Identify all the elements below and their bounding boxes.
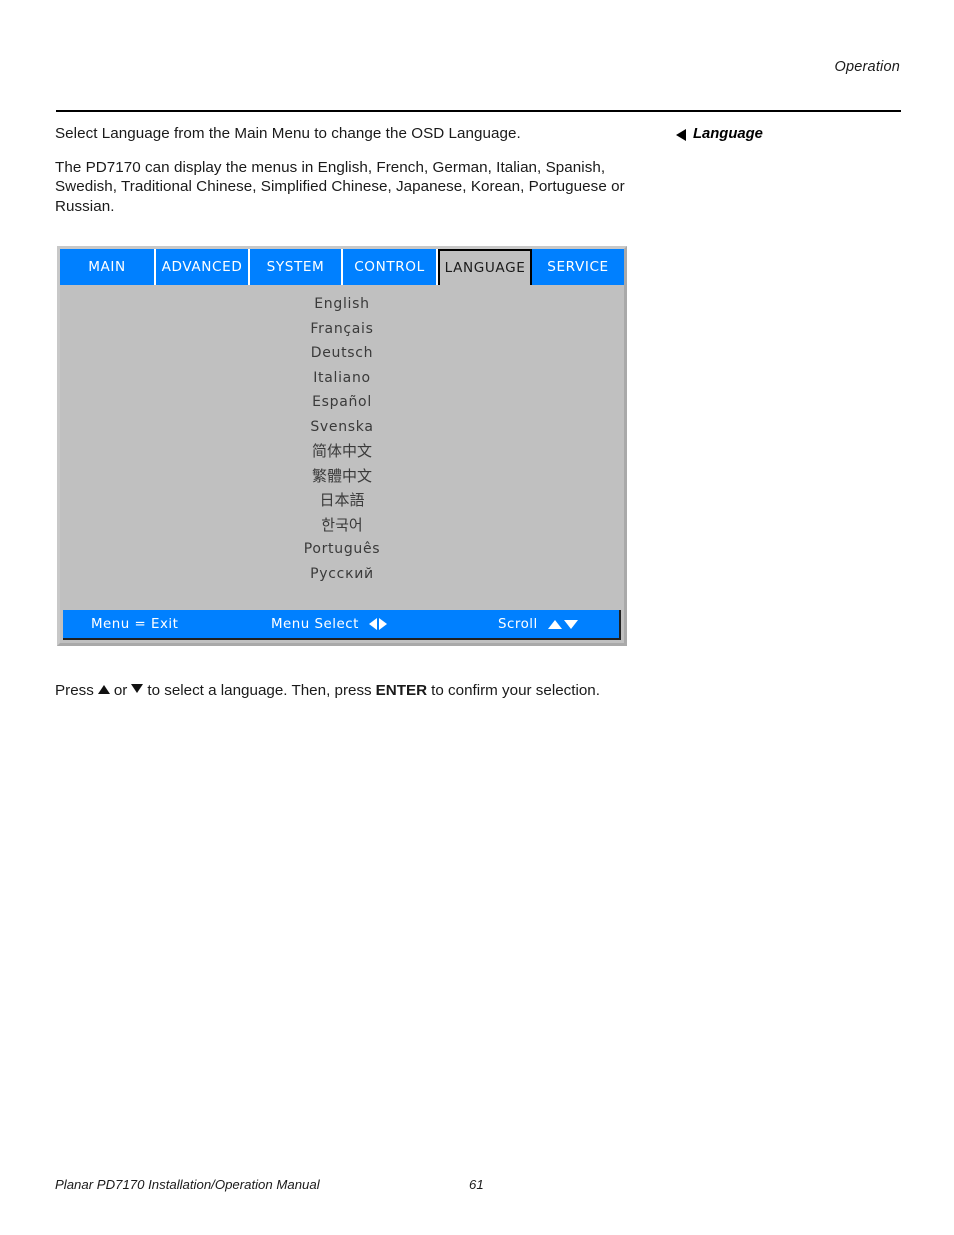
instruction-line: Press or to select a language. Then, pre… — [55, 681, 695, 701]
osd-select-arrows — [368, 618, 387, 630]
osd-status-bar: Menu = Exit Menu Select Scroll — [63, 610, 621, 640]
instruction-emphasis: ENTER — [375, 682, 428, 699]
osd-language-option[interactable]: 简体中文 — [60, 439, 624, 464]
triangle-down-icon — [131, 684, 144, 693]
osd-language-option[interactable]: Italiano — [60, 366, 624, 391]
triangle-down-icon — [563, 619, 578, 629]
osd-status-exit-label: Menu = Exit — [91, 616, 179, 632]
instruction-part-1: Press — [55, 682, 94, 699]
osd-language-option[interactable]: 日本語 — [60, 488, 624, 513]
osd-scroll-arrows — [547, 619, 578, 629]
manual-title: Planar PD7170 Installation/Operation Man… — [55, 1177, 320, 1192]
osd-status-scroll: Scroll — [498, 617, 578, 632]
paragraph-2: The PD7170 can display the menus in Engl… — [55, 158, 625, 215]
triangle-up-icon — [547, 619, 562, 629]
osd-tab-label: SERVICE — [547, 259, 609, 275]
osd-status-exit: Menu = Exit — [91, 617, 178, 632]
osd-menu-screenshot: MAIN ADVANCED SYSTEM CONTROL LANGUAGE SERVICE… — [57, 246, 627, 646]
osd-language-option[interactable]: English — [60, 292, 624, 317]
paragraph-1: Select Language from the Main Menu to ch… — [55, 125, 521, 142]
osd-tab-control[interactable]: CONTROL — [343, 249, 438, 285]
osd-language-option[interactable]: Español — [60, 390, 624, 415]
osd-tab-main[interactable]: MAIN — [60, 249, 156, 285]
osd-language-option[interactable]: Português — [60, 537, 624, 562]
osd-status-select-label: Menu Select — [271, 616, 359, 632]
triangle-left-icon — [368, 618, 377, 630]
osd-language-option[interactable]: 한국어 — [60, 513, 624, 538]
osd-language-list: English Français Deutsch Italiano Español Sve… — [60, 285, 624, 582]
osd-tab-advanced[interactable]: ADVANCED — [156, 249, 250, 285]
instruction-part-2: or — [113, 682, 128, 699]
osd-tab-bar: MAIN ADVANCED SYSTEM CONTROL LANGUAGE SERVICE — [60, 249, 624, 285]
instruction-part-4: to confirm your selection. — [431, 682, 600, 699]
osd-language-option[interactable]: Français — [60, 317, 624, 342]
body-column: Select Language from the Main Menu to ch… — [55, 124, 655, 216]
margin-heading: Language — [676, 126, 906, 142]
page-number: 61 — [469, 1177, 484, 1192]
osd-tab-service[interactable]: SERVICE — [532, 249, 624, 285]
osd-tab-label: MAIN — [88, 259, 126, 275]
osd-language-option[interactable]: 繁體中文 — [60, 464, 624, 489]
page-header: Operation — [56, 58, 900, 76]
osd-tab-label: SYSTEM — [266, 259, 325, 275]
osd-status-select: Menu Select — [271, 617, 387, 632]
instruction-part-3: to select a language. Then, press — [147, 682, 372, 699]
osd-tab-label: ADVANCED — [161, 259, 243, 275]
header-rule — [56, 110, 901, 112]
osd-tab-label: LANGUAGE — [444, 260, 526, 276]
triangle-up-icon — [97, 685, 110, 694]
osd-tab-language[interactable]: LANGUAGE — [438, 249, 532, 285]
osd-language-option[interactable]: Deutsch — [60, 341, 624, 366]
triangle-right-icon — [378, 618, 387, 630]
osd-tab-system[interactable]: SYSTEM — [250, 249, 343, 285]
osd-tab-label: CONTROL — [354, 259, 425, 275]
osd-language-option[interactable]: Svenska — [60, 415, 624, 440]
margin-heading-label: Language — [693, 126, 763, 142]
osd-status-scroll-label: Scroll — [498, 616, 538, 632]
triangle-left-icon — [676, 129, 686, 141]
osd-language-option[interactable]: Русский — [60, 562, 624, 587]
running-head: Operation — [834, 59, 900, 75]
